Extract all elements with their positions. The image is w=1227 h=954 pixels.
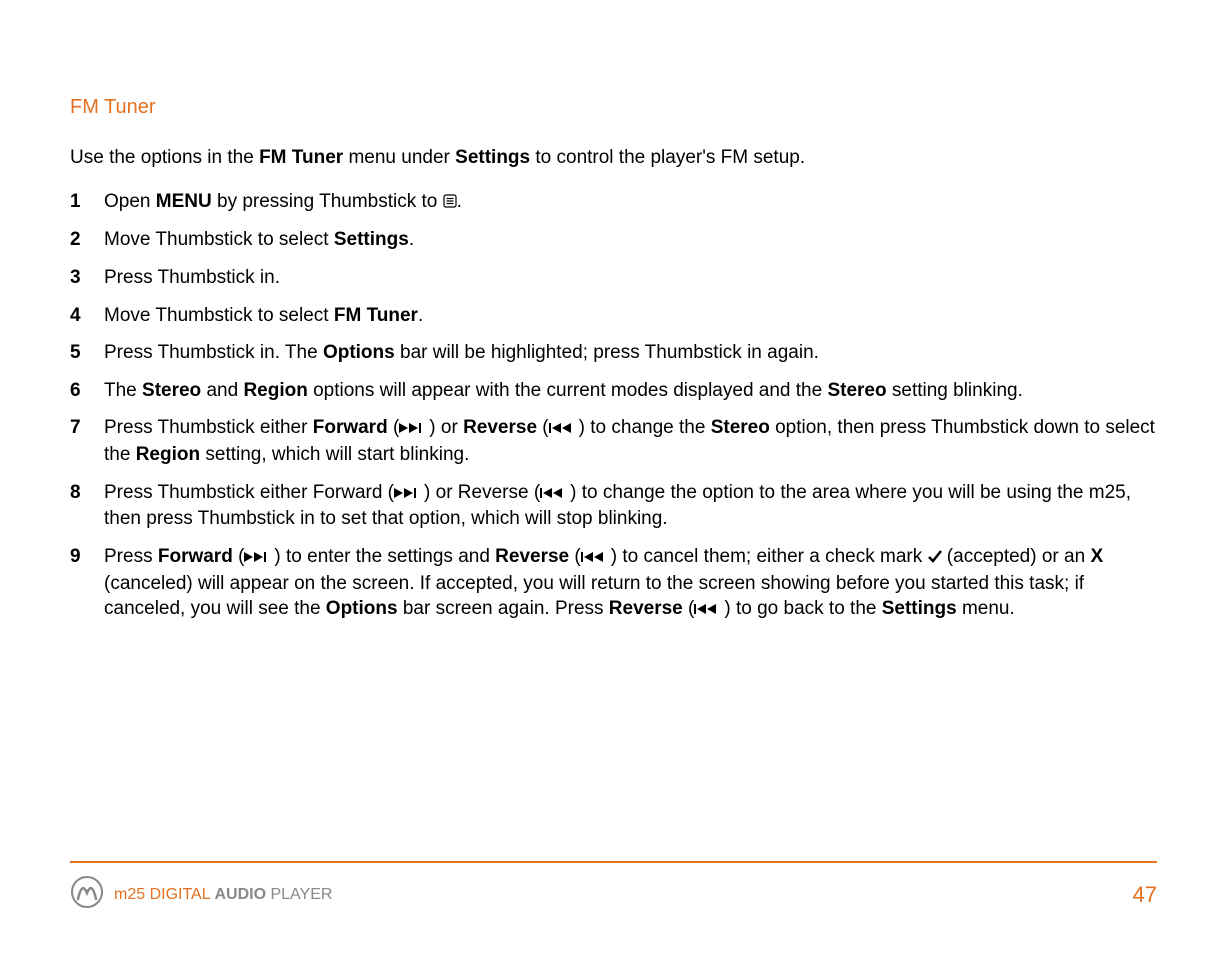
list-item: Press Forward ( ) to enter the settings … bbox=[70, 544, 1157, 623]
list-item: Move Thumbstick to select FM Tuner. bbox=[70, 303, 1157, 329]
text: (accepted) or an bbox=[942, 546, 1091, 567]
list-item: Move Thumbstick to select Settings. bbox=[70, 227, 1157, 253]
list-item: Press Thumbstick in. bbox=[70, 265, 1157, 291]
brand-logo-icon bbox=[70, 875, 104, 914]
text: ) to cancel them; either a check mark bbox=[611, 546, 928, 567]
text: . bbox=[457, 191, 462, 212]
forward-icon bbox=[399, 416, 429, 442]
page-number: 47 bbox=[1133, 882, 1157, 908]
footer-prefix: m25 DIGITAL bbox=[114, 886, 214, 903]
text: The bbox=[104, 380, 142, 401]
text: Press Thumbstick either bbox=[104, 417, 313, 438]
text: bar will be highlighted; press Thumbstic… bbox=[395, 342, 819, 363]
text-bold: Forward bbox=[158, 546, 233, 567]
text-bold: X bbox=[1090, 546, 1103, 567]
text-bold: Region bbox=[243, 380, 307, 401]
text: by pressing Thumbstick to bbox=[212, 191, 443, 212]
text-bold: MENU bbox=[156, 191, 212, 212]
text: ) to enter the settings and bbox=[274, 546, 495, 567]
text: bar screen again. Press bbox=[398, 598, 609, 619]
text: Press Thumbstick in. bbox=[104, 267, 280, 288]
text-bold: Reverse bbox=[609, 598, 683, 619]
text: . bbox=[418, 305, 423, 326]
menu-icon bbox=[443, 190, 457, 216]
footer-left: m25 DIGITAL AUDIO PLAYER bbox=[70, 875, 332, 914]
text-bold: Stereo bbox=[827, 380, 886, 401]
text: ) or bbox=[429, 417, 463, 438]
text: Press Thumbstick either Forward ( bbox=[104, 482, 394, 503]
text-bold: Forward bbox=[313, 417, 388, 438]
text: Move Thumbstick to select bbox=[104, 229, 334, 250]
text: ( bbox=[388, 417, 400, 438]
list-item: The Stereo and Region options will appea… bbox=[70, 378, 1157, 404]
footer-text: m25 DIGITAL AUDIO PLAYER bbox=[114, 886, 332, 904]
text: Press bbox=[104, 546, 158, 567]
footer-rule bbox=[70, 861, 1157, 863]
list-item: Open MENU by pressing Thumbstick to . bbox=[70, 189, 1157, 216]
text-bold: Settings bbox=[334, 229, 409, 250]
text: ( bbox=[569, 546, 581, 567]
footer-row: m25 DIGITAL AUDIO PLAYER 47 bbox=[70, 875, 1157, 914]
text: . bbox=[409, 229, 414, 250]
text: Move Thumbstick to select bbox=[104, 305, 334, 326]
text: Open bbox=[104, 191, 156, 212]
text: Press Thumbstick in. The bbox=[104, 342, 323, 363]
text-bold: Settings bbox=[882, 598, 957, 619]
text: ) to go back to the bbox=[724, 598, 881, 619]
list-item: Press Thumbstick either Forward ( ) or R… bbox=[70, 415, 1157, 467]
text: ( bbox=[537, 417, 549, 438]
footer-bold: AUDIO bbox=[214, 886, 266, 903]
reverse-icon bbox=[549, 416, 579, 442]
text-bold: FM Tuner bbox=[259, 147, 343, 168]
checkmark-icon bbox=[928, 545, 942, 571]
text: options will appear with the current mod… bbox=[308, 380, 828, 401]
forward-icon bbox=[394, 481, 424, 507]
text: setting, which will start blinking. bbox=[200, 444, 469, 465]
section-heading: FM Tuner bbox=[70, 96, 1157, 119]
text-bold: Reverse bbox=[495, 546, 569, 567]
text: ( bbox=[233, 546, 245, 567]
text: and bbox=[201, 380, 243, 401]
text: setting blinking. bbox=[887, 380, 1023, 401]
reverse-icon bbox=[581, 545, 611, 571]
text-bold: Options bbox=[323, 342, 395, 363]
text: ) to change the bbox=[579, 417, 711, 438]
text-bold: Region bbox=[136, 444, 200, 465]
list-item: Press Thumbstick either Forward ( ) or R… bbox=[70, 480, 1157, 532]
list-item: Press Thumbstick in. The Options bar wil… bbox=[70, 340, 1157, 366]
intro-paragraph: Use the options in the FM Tuner menu und… bbox=[70, 145, 1157, 171]
reverse-icon bbox=[540, 481, 570, 507]
forward-icon bbox=[244, 545, 274, 571]
steps-list: Open MENU by pressing Thumbstick to . Mo… bbox=[70, 189, 1157, 635]
text-bold: Reverse bbox=[463, 417, 537, 438]
text-bold: FM Tuner bbox=[334, 305, 418, 326]
text-bold: Settings bbox=[455, 147, 530, 168]
text-bold: Stereo bbox=[711, 417, 770, 438]
text: Use the options in the bbox=[70, 147, 259, 168]
document-page: FM Tuner Use the options in the FM Tuner… bbox=[0, 0, 1227, 954]
text: menu under bbox=[343, 147, 455, 168]
text-bold: Options bbox=[326, 598, 398, 619]
text: menu. bbox=[957, 598, 1015, 619]
reverse-icon bbox=[694, 597, 724, 623]
footer-suffix: PLAYER bbox=[266, 886, 332, 903]
text-bold: Stereo bbox=[142, 380, 201, 401]
text: to control the player's FM setup. bbox=[530, 147, 805, 168]
page-footer: m25 DIGITAL AUDIO PLAYER 47 bbox=[70, 861, 1157, 914]
text: ( bbox=[683, 598, 695, 619]
text: ) or Reverse ( bbox=[424, 482, 540, 503]
